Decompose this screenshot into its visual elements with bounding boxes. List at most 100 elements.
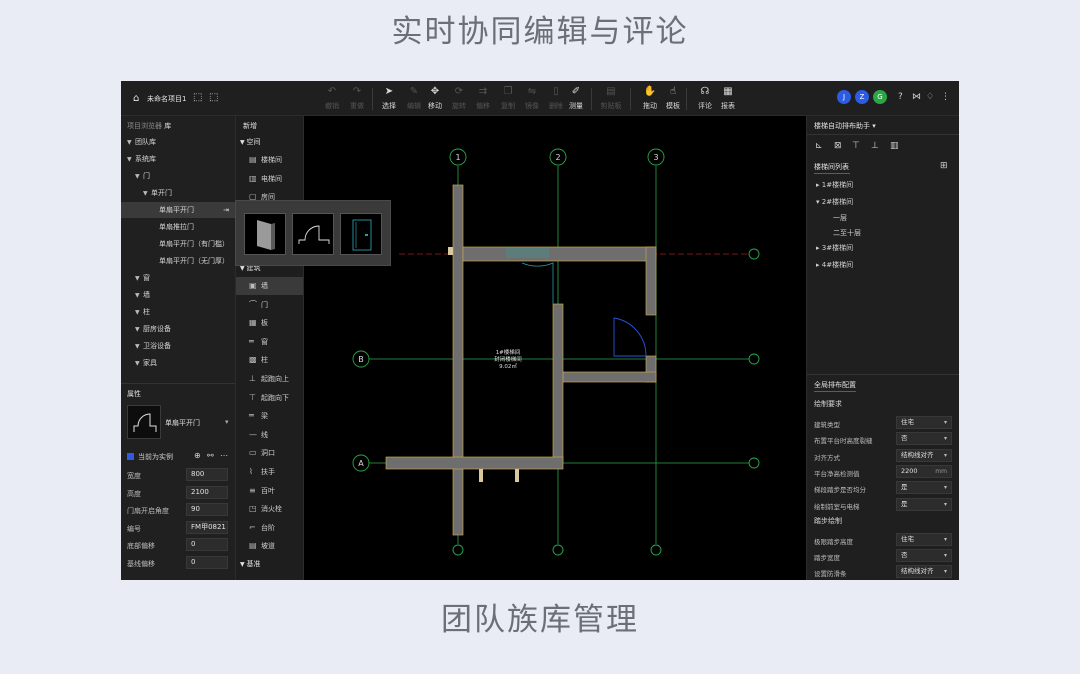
avatar[interactable]: Z [855, 90, 869, 104]
stair-list-item[interactable]: ▸ 3#楼梯间 [816, 243, 853, 253]
stair-list-item[interactable]: 二至十层 [833, 228, 861, 238]
tree-item[interactable]: ▼ 单开门 [121, 185, 235, 201]
caret-down-icon[interactable]: ▼ [143, 186, 151, 202]
tree-item[interactable]: 单扇平开门（有门槛） [121, 236, 235, 252]
door-plan-preview-tile[interactable] [292, 213, 334, 255]
avatar[interactable]: G [873, 90, 887, 104]
stair-type-l-icon[interactable]: ⊾ [815, 141, 823, 151]
new-item-stair-room[interactable]: ▤ 楼梯间 [236, 151, 303, 169]
property-value-input[interactable]: 2100 [186, 485, 228, 499]
type-name[interactable]: 单扇平开门 [165, 418, 200, 428]
tool-report-button[interactable]: ▦ 报表 [716, 85, 740, 111]
stair-list-item[interactable]: ▾ 2#楼梯间 [816, 197, 853, 207]
property-value-input[interactable]: 90 [186, 503, 228, 516]
assistant-title[interactable]: 楼梯自动排布助手 [814, 122, 870, 130]
chevron-down-icon[interactable]: ▾ [872, 122, 876, 130]
new-item-run-down[interactable]: ⊤ 起跑向下 [236, 389, 303, 407]
tool-redo-button[interactable]: ↷ 重做 [345, 85, 369, 111]
stair-type-grid-icon[interactable]: ▥ [890, 141, 899, 151]
config-input[interactable]: 2200 mm [896, 464, 952, 478]
caret-down-icon[interactable]: ▼ [127, 152, 135, 168]
export-icon[interactable]: ⬚ [193, 92, 202, 103]
new-item-run-up[interactable]: ⊥ 起跑向上 [236, 370, 303, 388]
tree-item[interactable]: ▼ 门 [121, 168, 235, 184]
stair-list-item[interactable]: ▸ 4#楼梯间 [816, 260, 853, 270]
tree-item[interactable]: ▼ 窗 [121, 270, 235, 286]
stair-type-t-icon[interactable]: ⊤ [852, 141, 860, 151]
more-icon[interactable]: ⋮ [941, 92, 950, 102]
tab-project-browser[interactable]: 项目浏览器 [127, 122, 162, 130]
config-select[interactable]: 否 ▾ [896, 549, 952, 563]
bell-icon[interactable]: ♢ [926, 92, 934, 102]
new-item-steps[interactable]: ⌐ 台阶 [236, 519, 303, 537]
tree-item[interactable]: ▼ 墙 [121, 287, 235, 303]
caret-down-icon[interactable]: ▼ [135, 322, 143, 338]
unlink-icon[interactable]: ⚯ [207, 451, 214, 460]
config-select[interactable]: 结构线对齐 ▾ [896, 448, 952, 462]
tab-library[interactable]: 库 [164, 122, 171, 130]
tool-undo-button[interactable]: ↶ 撤销 [320, 85, 344, 111]
new-item-window[interactable]: ═ 窗 [236, 333, 303, 351]
section-header[interactable]: ▼ 空间 [240, 137, 261, 147]
caret-down-icon[interactable]: ▼ [135, 271, 143, 287]
config-select[interactable]: 结构线对齐 ▾ [896, 565, 952, 579]
tool-template-button[interactable]: ☝ 模板 [661, 85, 685, 111]
caret-down-icon[interactable]: ▼ [135, 288, 143, 304]
tool-clipboard-button[interactable]: ▤ 剪贴板 [599, 85, 623, 111]
property-value-input[interactable]: FM甲0821 [186, 520, 228, 534]
caret-down-icon[interactable]: ▼ [135, 339, 143, 355]
home-icon[interactable]: ⌂ [133, 93, 139, 104]
tree-item[interactable]: ▼ 柱 [121, 304, 235, 320]
new-item-slab[interactable]: ▦ 板 [236, 314, 303, 332]
new-item-hydrant[interactable]: ◳ 消火栓 [236, 500, 303, 518]
new-item-column[interactable]: ▩ 柱 [236, 351, 303, 369]
import-icon[interactable]: ⬚ [209, 92, 218, 103]
config-select[interactable]: 是 ▾ [896, 497, 952, 511]
insert-icon[interactable]: ⇥ [223, 202, 229, 218]
caret-down-icon[interactable]: ▼ [135, 305, 143, 321]
tree-item[interactable]: 单扇平开门 ⇥ [121, 202, 235, 218]
caret-down-icon[interactable]: ▼ [135, 356, 143, 372]
new-item-door[interactable]: ⌒ 门 [236, 296, 303, 314]
config-select[interactable]: 住宅 ▾ [896, 416, 952, 429]
tool-move-button[interactable]: ✥ 移动 [423, 85, 447, 111]
new-item-line[interactable]: — 线 [236, 426, 303, 444]
stair-type-u-icon[interactable]: ⊠ [834, 141, 842, 151]
new-item-louver[interactable]: ≡ 百叶 [236, 482, 303, 500]
tree-item[interactable]: ▼ 厨房设备 [121, 321, 235, 337]
new-item-opening[interactable]: ▭ 洞口 [236, 444, 303, 462]
config-select[interactable]: 是 ▾ [896, 481, 952, 495]
stair-list-item[interactable]: 一层 [833, 213, 847, 223]
help-icon[interactable]: ? [898, 92, 903, 102]
door-elevation-preview-tile[interactable] [340, 213, 382, 255]
new-item-beam[interactable]: ═ 梁 [236, 407, 303, 425]
caret-down-icon[interactable]: ▼ [135, 169, 143, 185]
tool-mirror-button[interactable]: ⇋ 镜像 [520, 85, 544, 111]
share-icon[interactable]: ⋈ [912, 92, 921, 102]
tool-copy-button[interactable]: ❐ 复制 [496, 85, 520, 111]
config-select[interactable]: 住宅 ▾ [896, 532, 952, 546]
stair-type-base-icon[interactable]: ⊥ [871, 141, 879, 151]
door-3d-preview-tile[interactable] [244, 213, 286, 255]
target-icon[interactable]: ⊕ [194, 451, 201, 460]
tool-rotate-button[interactable]: ⟳ 旋转 [447, 85, 471, 111]
section-header[interactable]: ▼ 基准 [240, 559, 261, 569]
new-item-elevator[interactable]: ▥ 电梯间 [236, 170, 303, 188]
more-icon[interactable]: ⋯ [220, 451, 228, 460]
tool-cursor-button[interactable]: ➤ 选择 [377, 85, 401, 111]
tree-item[interactable]: 单扇平开门（无门厚） [121, 253, 235, 269]
new-item-ramp[interactable]: ▤ 坡道 [236, 537, 303, 555]
drawing-canvas[interactable]: 1 2 3 B A 1#楼梯间 封闭楼梯间 9.02㎡ [304, 116, 806, 580]
tree-item[interactable]: ▼ 系统库 [121, 151, 235, 167]
property-value-input[interactable]: 0 [186, 555, 228, 569]
tree-item[interactable]: ▼ 卫浴设备 [121, 338, 235, 354]
property-value-input[interactable]: 0 [186, 538, 228, 551]
tool-offset-button[interactable]: ⇉ 偏移 [471, 85, 495, 111]
caret-down-icon[interactable]: ▼ [127, 135, 135, 151]
tool-hand-button[interactable]: ✋ 拖动 [638, 85, 662, 111]
tree-item[interactable]: ▼ 家具 [121, 355, 235, 371]
tree-item[interactable]: ▼ 团队库 [121, 134, 235, 150]
stair-list-item[interactable]: ▸ 1#楼梯间 [816, 180, 853, 190]
project-name[interactable]: 未命名项目1 [147, 94, 186, 104]
config-select[interactable]: 否 ▾ [896, 432, 952, 446]
